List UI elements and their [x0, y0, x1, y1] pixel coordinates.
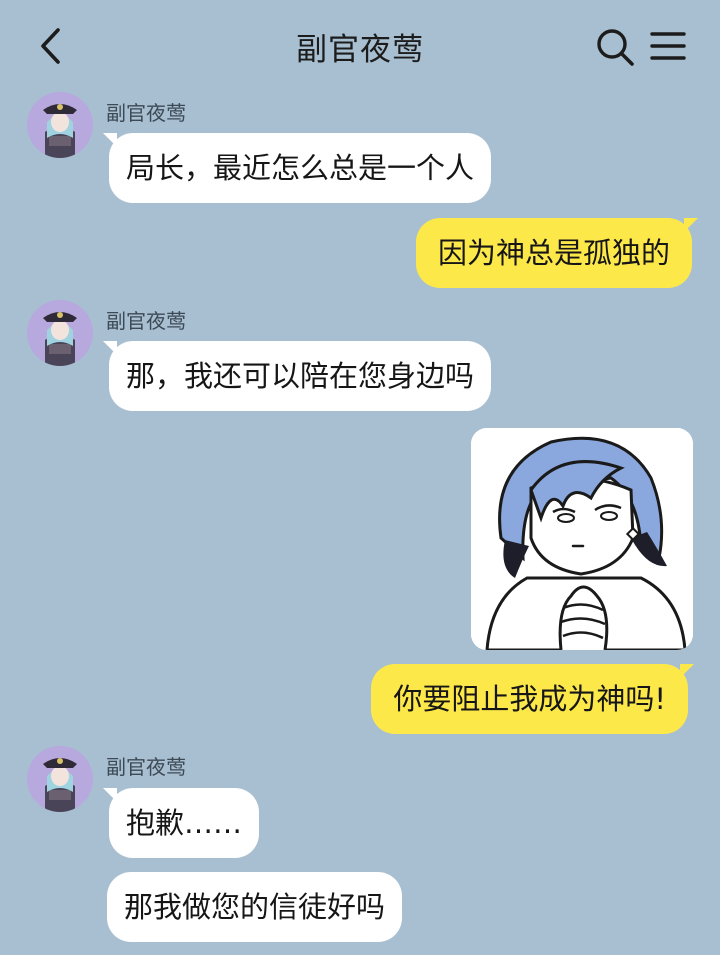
- character-avatar-icon: [27, 300, 93, 366]
- message-text: 那我做您的信徒好吗: [124, 890, 386, 924]
- sender-name: 副官夜莺: [106, 101, 186, 125]
- message-text: 抱歉……: [126, 806, 243, 840]
- bubble-tail: [684, 218, 698, 232]
- avatar[interactable]: [27, 92, 93, 158]
- message-bubble-outgoing[interactable]: 你要阻止我成为神吗!: [371, 664, 694, 734]
- hamburger-menu-icon: [650, 32, 686, 60]
- character-avatar-icon: [27, 746, 93, 812]
- bubble-tail: [103, 341, 117, 355]
- chat-header: 副官夜莺: [0, 0, 720, 92]
- sticker-message[interactable]: [471, 428, 693, 650]
- message-text: 那，我还可以陪在您身边吗: [126, 359, 475, 393]
- message-bubble-outgoing[interactable]: 因为神总是孤独的: [415, 218, 698, 288]
- sender-name: 副官夜莺: [106, 309, 186, 333]
- message-bubble-incoming[interactable]: 局长，最近怎么总是一个人: [103, 133, 492, 203]
- bubble-tail: [680, 664, 694, 678]
- message-text: 局长，最近怎么总是一个人: [126, 151, 475, 185]
- sender-name: 副官夜莺: [106, 755, 186, 779]
- avatar[interactable]: [27, 746, 93, 812]
- message-text: 你要阻止我成为神吗!: [393, 682, 666, 716]
- message-bubble-incoming[interactable]: 那，我还可以陪在您身边吗: [103, 341, 492, 411]
- bubble-tail: [103, 788, 117, 802]
- search-button[interactable]: [594, 26, 636, 68]
- character-avatar-icon: [27, 92, 93, 158]
- bubble-tail: [103, 133, 117, 147]
- avatar[interactable]: [27, 300, 93, 366]
- message-bubble-incoming[interactable]: 那我做您的信徒好吗: [107, 872, 403, 942]
- message-bubble-incoming[interactable]: 抱歉……: [103, 788, 260, 858]
- message-text: 因为神总是孤独的: [437, 236, 670, 270]
- blue-haired-girl-clasped-hands-sticker-icon: [471, 428, 693, 650]
- menu-button[interactable]: [648, 28, 688, 64]
- search-icon: [597, 29, 634, 66]
